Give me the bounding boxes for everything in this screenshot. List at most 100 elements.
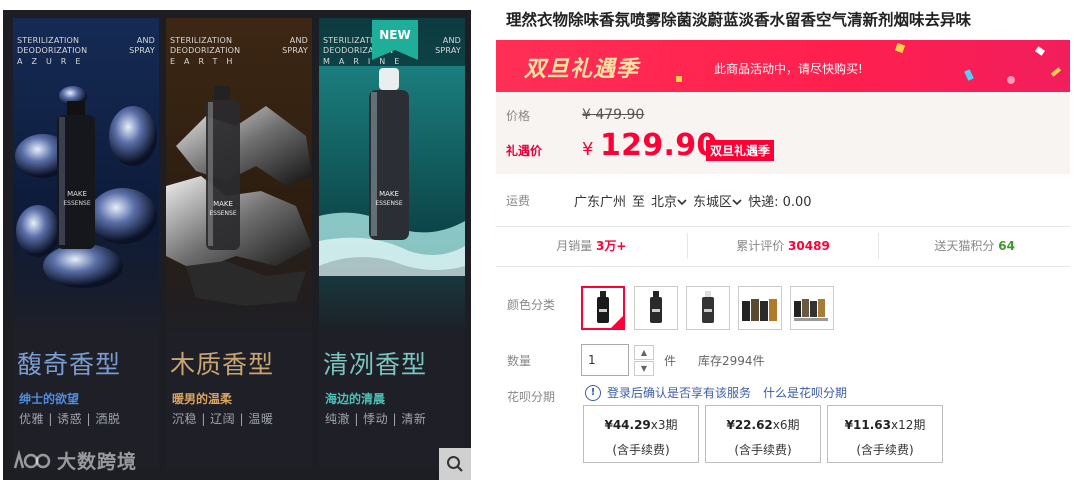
installment-plan-3[interactable]: ¥44.29x3期 (含手续费) <box>583 405 699 463</box>
set-thumbnail <box>794 299 828 321</box>
svg-text:MAKE: MAKE <box>379 190 399 198</box>
scent-title: 馥奇香型 <box>17 350 122 379</box>
svg-text:MAKE: MAKE <box>67 190 87 198</box>
header-line: SPRAY <box>129 46 155 55</box>
product-banner-image: STERILIZATION AND DEODORIZATION SPRAY AZUR… <box>3 10 471 480</box>
header-line: DEODORIZATION <box>170 46 241 55</box>
panel-marine: STERILIZATION AND DEODORIZATION SPRAY MARI… <box>319 18 465 468</box>
panel-header-text: STERILIZATION AND DEODORIZATION SPRAY EART… <box>170 36 308 67</box>
plan-term: x3期 <box>650 418 678 432</box>
svg-text:MAKE: MAKE <box>213 200 233 208</box>
color-option-4[interactable] <box>738 286 782 330</box>
bottle-thumbnail <box>702 291 714 323</box>
header-line: SPRAY <box>435 46 461 55</box>
plan-term: x6期 <box>772 418 800 432</box>
azure-bottle-art: MAKE ESSENSE <box>15 86 157 288</box>
watermark-logo-icon <box>13 449 51 468</box>
quantity-input[interactable]: 1 <box>581 344 629 376</box>
ship-city-select[interactable]: 北京 <box>651 191 687 210</box>
reviews-label: 累计评价 <box>736 239 785 253</box>
reviews-value: 30489 <box>788 239 830 253</box>
tmall-points: 送天猫积分 64 <box>879 233 1070 259</box>
set-thumbnail <box>742 299 777 321</box>
header-line: AND <box>289 36 308 45</box>
color-option-5[interactable] <box>790 286 834 330</box>
currency-symbol: ¥ <box>582 139 594 160</box>
bottle-thumbnail <box>650 291 662 323</box>
zoom-search-button[interactable] <box>439 448 471 480</box>
stock-count: 库存2994件 <box>698 354 765 368</box>
selected-check-icon <box>611 316 623 328</box>
color-label: 颜色分类 <box>507 298 556 312</box>
price-area: 价格 ¥ 479.90 礼遇价 ¥ 129.90 双旦礼遇季 <box>496 92 1070 174</box>
divider <box>496 226 1070 227</box>
ship-to-word: 至 <box>632 195 646 210</box>
bottle-thumbnail <box>597 291 609 323</box>
current-price: 129.90 <box>600 128 718 163</box>
chevron-down-icon <box>732 199 742 206</box>
scent-subtitle: 暖男的温柔 <box>172 392 233 406</box>
promo-banner: 双旦礼遇季 此商品活动中，请尽快购买! <box>496 40 1070 92</box>
installment-plan-12[interactable]: ¥11.63x12期 (含手续费) <box>827 405 943 463</box>
info-icon: ! <box>585 384 601 401</box>
scent-tags: 沉稳 | 辽阔 | 温暖 <box>172 412 274 426</box>
quantity-increase-button[interactable]: ▲ <box>634 345 654 360</box>
svg-text:ESSENSE: ESSENSE <box>209 210 236 217</box>
earth-bottle-art: MAKE ESSENSE <box>166 86 312 306</box>
installment-plan-6[interactable]: ¥22.62x6期 (含手续费) <box>705 405 821 463</box>
search-icon <box>447 456 463 472</box>
divider <box>496 266 1070 267</box>
scent-subtitle: 海边的清晨 <box>325 392 386 406</box>
panel-azure: STERILIZATION AND DEODORIZATION SPRAY AZUR… <box>13 18 159 468</box>
stats-bar: 月销量 3万+ 累计评价 30489 送天猫积分 64 <box>496 233 1070 259</box>
ship-district: 东城区 <box>693 195 733 210</box>
product-title: 理然衣物除味香氛喷雾除菌淡蔚蓝淡香水留香空气清新剂烟味去异味 <box>506 11 972 29</box>
header-line: STERILIZATION <box>17 36 80 45</box>
marine-bottle-art: MAKE ESSENSE <box>319 66 465 276</box>
ship-city: 北京 <box>651 195 678 210</box>
header-line: AND <box>136 36 155 45</box>
color-option-1[interactable] <box>581 286 625 330</box>
plan-price: ¥11.63 <box>844 418 891 432</box>
plan-fee-note: (含手续费) <box>856 443 914 457</box>
plan-price: ¥22.62 <box>726 418 773 432</box>
watermark: 大数跨境 <box>13 447 137 474</box>
promo-price-tag: 双旦礼遇季 <box>706 140 775 161</box>
chevron-down-icon <box>677 199 687 206</box>
new-badge: NEW <box>372 20 418 60</box>
watermark-text: 大数跨境 <box>57 451 138 473</box>
header-line: AND <box>442 36 461 45</box>
shipping-row: 运费 广东广州 至 北京 东城区 快递: 0.00 <box>496 186 1070 212</box>
quantity-decrease-button[interactable]: ▼ <box>634 361 654 376</box>
total-reviews[interactable]: 累计评价 30489 <box>688 233 880 259</box>
scent-subtitle: 绅士的欲望 <box>19 392 80 406</box>
huabei-login-link[interactable]: 登录后确认是否享有该服务 <box>607 384 751 401</box>
ship-district-select[interactable]: 东城区 <box>693 191 742 210</box>
plan-fee-note: (含手续费) <box>612 443 670 457</box>
header-line: STERILIZATION <box>170 36 233 45</box>
shipping-value: 广东广州 至 北京 东城区 快递: 0.00 <box>574 191 812 210</box>
huabei-what-link[interactable]: 什么是花呗分期 <box>763 384 847 401</box>
shipping-label: 运费 <box>506 194 531 208</box>
svg-text:ESSENSE: ESSENSE <box>375 200 402 207</box>
ship-from: 广东广州 <box>574 195 627 210</box>
scent-title: 清冽香型 <box>323 350 428 379</box>
panel-header-text: STERILIZATION AND DEODORIZATION SPRAY AZUR… <box>17 36 155 67</box>
scent-tags: 纯澈 | 悸动 | 清新 <box>325 412 427 426</box>
price-label: 价格 <box>506 109 531 123</box>
header-line: DEODORIZATION <box>17 46 88 55</box>
color-option-2[interactable] <box>634 286 678 330</box>
points-value: 64 <box>998 239 1015 253</box>
scent-title: 木质香型 <box>170 350 275 379</box>
header-line: SPRAY <box>282 46 308 55</box>
monthly-sales-label: 月销量 <box>556 239 593 253</box>
promo-logo: 双旦礼遇季 <box>524 57 640 82</box>
huabei-label: 花呗分期 <box>507 390 556 404</box>
quantity-unit: 件 <box>664 354 677 368</box>
plan-fee-note: (含手续费) <box>734 443 792 457</box>
color-option-3[interactable] <box>686 286 730 330</box>
huabei-info: ! 登录后确认是否享有该服务 什么是花呗分期 <box>585 384 847 401</box>
deal-price-label: 礼遇价 <box>506 144 543 158</box>
points-label: 送天猫积分 <box>934 239 995 253</box>
svg-text:ESSENSE: ESSENSE <box>63 200 90 207</box>
